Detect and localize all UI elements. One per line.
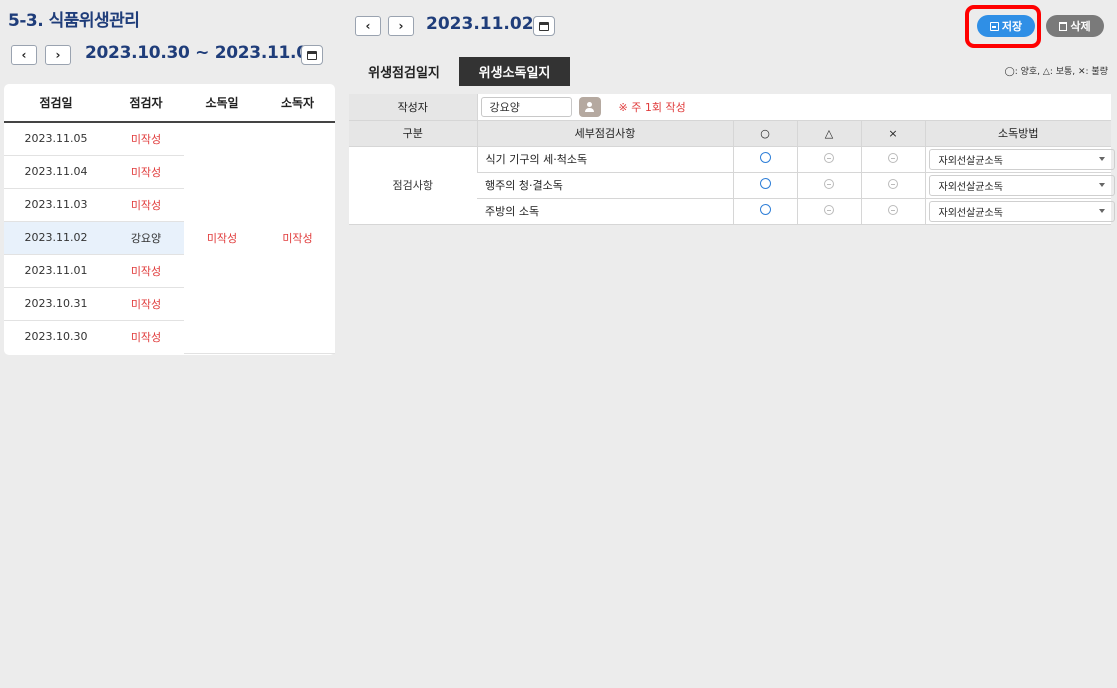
row-date: 2023.11.01	[4, 254, 108, 288]
method-value: 자외선살균소독	[938, 181, 1003, 193]
tab-hygiene-inspection[interactable]: 위생점검일지	[349, 57, 459, 86]
method-value: 자외선살균소독	[938, 207, 1003, 219]
col-header-poor: ×	[860, 120, 925, 147]
col-header-method: 소독방법	[924, 120, 1112, 147]
row-date: 2023.11.05	[4, 122, 108, 156]
chevron-right-icon: ›	[55, 48, 61, 62]
rating-legend: ◯: 양호, △: 보통, ✕: 불량	[1004, 67, 1108, 77]
chevron-left-icon: ‹	[21, 48, 27, 62]
week-list-panel: 5-3. 식품위생관리 ‹ › 2023.10.30 ~ 2023.11.05 …	[0, 0, 345, 688]
select-writer-button[interactable]	[579, 96, 601, 117]
radio-good-selected[interactable]	[759, 178, 771, 189]
disinfect-date: 미작성	[184, 122, 260, 354]
writer-note: ※ 주 1회 작성	[618, 100, 686, 114]
trash-icon	[1059, 21, 1068, 31]
col-header-category: 구분	[349, 120, 477, 147]
col-header-fair: △	[796, 120, 861, 147]
row-date: 2023.10.31	[4, 287, 108, 321]
table-row: 점검사항 식기 기구의 세·척소독 자외선살균소독	[349, 146, 1115, 225]
chevron-right-icon: ›	[398, 19, 404, 33]
prev-week-button[interactable]: ‹	[11, 45, 37, 65]
category-cell: 점검사항	[349, 146, 477, 225]
radio-poor[interactable]	[888, 152, 898, 163]
list-row[interactable]: 2023.11.05 미작성 미작성 미작성	[4, 122, 335, 354]
item-label: 식기 기구의 세·척소독	[476, 146, 733, 173]
col-header-good: ○	[732, 120, 797, 147]
delete-button[interactable]: 삭제	[1046, 15, 1104, 37]
row-date: 2023.11.02	[4, 221, 108, 255]
week-calendar-button[interactable]	[301, 45, 323, 65]
save-highlight-box	[965, 5, 1041, 48]
page-title: 5-3. 식품위생관리	[8, 11, 140, 31]
calendar-icon	[539, 21, 549, 31]
radio-fair[interactable]	[824, 178, 834, 189]
method-select[interactable]: 자외선살균소독	[928, 174, 1115, 196]
next-day-button[interactable]: ›	[388, 16, 414, 36]
row-date: 2023.11.04	[4, 155, 108, 189]
row-inspector: 미작성	[108, 122, 184, 156]
tab-hygiene-disinfection[interactable]: 위생소독일지	[459, 57, 570, 86]
radio-fair[interactable]	[824, 152, 834, 163]
col-header-disinfect-date: 소독일	[184, 84, 260, 123]
radio-poor[interactable]	[888, 178, 898, 189]
item-label: 주방의 소독	[477, 198, 733, 225]
row-inspector: 미작성	[108, 254, 184, 288]
radio-good-selected[interactable]	[759, 152, 771, 163]
prev-day-button[interactable]: ‹	[355, 16, 381, 36]
writer-input[interactable]: 강요양	[480, 96, 572, 117]
col-header-inspect-date: 점검일	[4, 84, 108, 123]
row-date: 2023.10.30	[24, 330, 88, 344]
row-date: 2023.11.03	[4, 188, 108, 222]
chevron-down-icon	[1098, 157, 1105, 161]
col-header-inspector: 점검자	[108, 84, 184, 123]
row-inspector: 미작성	[108, 287, 184, 321]
disinfector: 미작성	[260, 122, 335, 354]
method-select[interactable]: 자외선살균소독	[928, 148, 1115, 170]
inspection-list: 점검일 점검자 소독일 소독자 2023.11.05 미작성 미작성 미작성 2…	[4, 84, 335, 355]
next-week-button[interactable]: ›	[45, 45, 71, 65]
row-inspector: 미작성	[108, 155, 184, 189]
chevron-down-icon	[1098, 183, 1105, 187]
week-range: 2023.10.30 ~ 2023.11.05	[85, 43, 320, 63]
col-header-disinfector: 소독자	[260, 84, 335, 123]
col-header-detail: 세부점검사항	[476, 120, 733, 147]
calendar-icon	[307, 50, 317, 60]
chevron-down-icon	[1098, 209, 1105, 213]
row-inspector: 미작성	[108, 188, 184, 222]
item-label: 행주의 청·결소독	[477, 172, 733, 199]
date-calendar-button[interactable]	[533, 16, 555, 36]
detail-panel: ‹ › 2023.11.02 저장 삭제 위생점검일지 위생소독일지 ◯: 양호…	[345, 0, 1117, 688]
radio-fair[interactable]	[824, 204, 834, 215]
delete-label: 삭제	[1070, 20, 1091, 33]
writer-cell: 강요양 ※ 주 1회 작성	[476, 94, 1112, 121]
method-value: 자외선살균소독	[938, 155, 1003, 167]
radio-good-selected[interactable]	[759, 204, 771, 215]
method-select[interactable]: 자외선살균소독	[928, 200, 1115, 222]
row-inspector: 미작성	[130, 330, 162, 344]
row-inspector: 강요양	[108, 221, 184, 255]
radio-poor[interactable]	[888, 204, 898, 215]
chevron-left-icon: ‹	[365, 19, 371, 33]
user-icon	[585, 101, 595, 112]
disinfection-table: 작성자 강요양 ※ 주 1회 작성 구분 세부점검사항 ○ △ × 소독방법 점…	[349, 94, 1115, 225]
current-date: 2023.11.02	[426, 14, 534, 34]
writer-label: 작성자	[349, 94, 477, 121]
